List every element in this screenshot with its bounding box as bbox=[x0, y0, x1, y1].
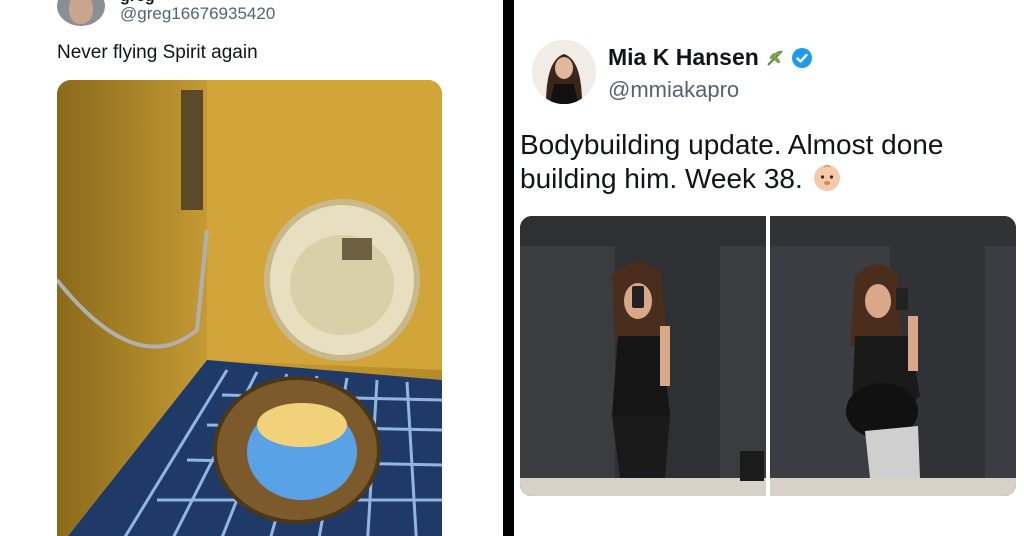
mirror-selfie-pregnant[interactable] bbox=[770, 216, 1016, 496]
leaf-icon bbox=[767, 49, 783, 66]
tweet-photo[interactable] bbox=[57, 80, 442, 536]
right-tweet-panel: Mia K Hansen @mmiakapro Bodybuilding upd… bbox=[514, 0, 1024, 536]
verified-icon bbox=[791, 47, 812, 68]
handle[interactable]: @greg16676935420 bbox=[120, 4, 275, 24]
tweet-text: Never flying Spirit again bbox=[57, 42, 258, 63]
tweet-photos bbox=[520, 216, 1016, 496]
left-tweet-panel: greg @greg16676935420 Never flying Spiri… bbox=[0, 0, 503, 536]
mirror-selfie-before[interactable] bbox=[520, 216, 766, 496]
handle[interactable]: @mmiakapro bbox=[608, 77, 739, 103]
avatar[interactable] bbox=[532, 40, 596, 104]
display-name[interactable]: Mia K Hansen bbox=[608, 44, 759, 71]
avatar[interactable] bbox=[57, 0, 105, 26]
baby-face-icon bbox=[813, 164, 840, 191]
tweet-text-container: Bodybuilding update. Almost done buildin… bbox=[520, 128, 990, 196]
tweet-text: Bodybuilding update. Almost done buildin… bbox=[520, 129, 944, 194]
display-name-row: Mia K Hansen bbox=[608, 44, 813, 71]
divider bbox=[503, 0, 514, 536]
